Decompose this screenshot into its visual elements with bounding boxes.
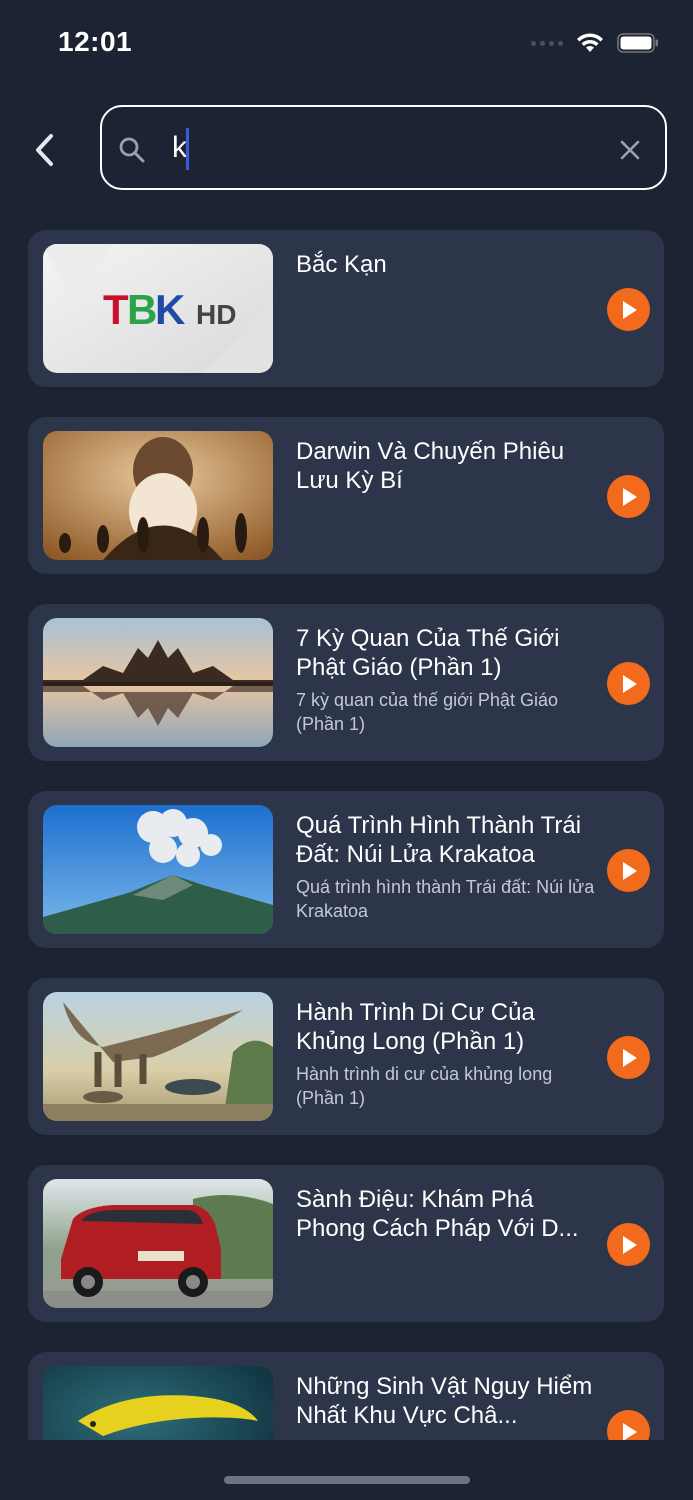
card-title: Bắc Kạn: [296, 251, 387, 278]
play-icon: [622, 300, 637, 319]
card-subtitle: 7 kỳ quan của thế giới Phật Giáo (Phần 1…: [296, 690, 558, 734]
card-title: Quá Trình Hình Thành Trái Đất: Núi Lửa K…: [296, 812, 582, 868]
card-title: Hành Trình Di Cư Của Khủng Long (Phần 1): [296, 999, 535, 1055]
tbk-logo: T: [103, 286, 129, 333]
thumbnail-red-suv: [43, 1179, 273, 1308]
search-input[interactable]: [172, 123, 592, 173]
back-button[interactable]: [24, 128, 64, 172]
card-title: 7 Kỳ Quan Của Thế Giới Phật Giáo (Phần 1…: [296, 625, 560, 681]
thumbnail-yellow-eel: [43, 1366, 273, 1440]
play-icon: [622, 1422, 637, 1440]
result-card[interactable]: Sành Điệu: Khám Phá Phong Cách Pháp Với …: [28, 1165, 664, 1322]
play-button[interactable]: [607, 662, 650, 705]
play-button[interactable]: [607, 1223, 650, 1266]
card-subtitle: Quá trình hình thành Trái đất: Núi lửa K…: [296, 877, 595, 921]
card-title: Sành Điệu: Khám Phá Phong Cách Pháp Với …: [296, 1186, 579, 1242]
status-icons: [531, 32, 659, 54]
cellular-signal-icon: [531, 40, 563, 46]
thumbnail-darwin: [43, 431, 273, 560]
results-list[interactable]: T B K HD Bắc Kạn Darwin Và Chuyến Phiêu …: [28, 230, 664, 1440]
result-card[interactable]: Những Sinh Vật Nguy Hiểm Nhất Khu Vực Ch…: [28, 1352, 664, 1440]
home-indicator[interactable]: [224, 1476, 470, 1484]
play-icon: [622, 1048, 637, 1067]
result-card[interactable]: 7 Kỳ Quan Của Thế Giới Phật Giáo (Phần 1…: [28, 604, 664, 761]
play-icon: [622, 1235, 637, 1254]
chevron-left-icon: [36, 134, 53, 166]
text-cursor: [186, 128, 189, 170]
search-icon: [119, 137, 145, 163]
play-button[interactable]: [607, 288, 650, 331]
clear-search-button[interactable]: [615, 135, 645, 165]
thumbnail-volcano: [43, 805, 273, 934]
result-card[interactable]: T B K HD Bắc Kạn: [28, 230, 664, 387]
result-card[interactable]: Hành Trình Di Cư Của Khủng Long (Phần 1)…: [28, 978, 664, 1135]
play-icon: [622, 861, 637, 880]
thumbnail-tbk-hd: T B K HD: [43, 244, 273, 373]
play-button[interactable]: [607, 1410, 650, 1440]
thumbnail-angkor: [43, 618, 273, 747]
card-title: Những Sinh Vật Nguy Hiểm Nhất Khu Vực Ch…: [296, 1373, 593, 1429]
svg-text:B: B: [127, 286, 157, 333]
svg-text:K: K: [155, 286, 185, 333]
play-icon: [622, 674, 637, 693]
battery-icon: [617, 33, 658, 53]
play-button[interactable]: [607, 849, 650, 892]
card-title: Darwin Và Chuyến Phiêu Lưu Kỳ Bí: [296, 438, 565, 494]
thumbnail-dinosaurs: [43, 992, 273, 1121]
result-card[interactable]: Darwin Và Chuyến Phiêu Lưu Kỳ Bí: [28, 417, 664, 574]
play-button[interactable]: [607, 1036, 650, 1079]
play-icon: [622, 487, 637, 506]
status-bar: 12:01: [0, 0, 693, 90]
svg-text:HD: HD: [196, 299, 236, 330]
close-icon: [620, 140, 640, 160]
play-button[interactable]: [607, 475, 650, 518]
result-card[interactable]: Quá Trình Hình Thành Trái Đất: Núi Lửa K…: [28, 791, 664, 948]
status-time: 12:01: [58, 26, 133, 57]
card-subtitle: Hành trình di cư của khủng long (Phần 1): [296, 1064, 553, 1108]
wifi-icon: [577, 33, 603, 52]
